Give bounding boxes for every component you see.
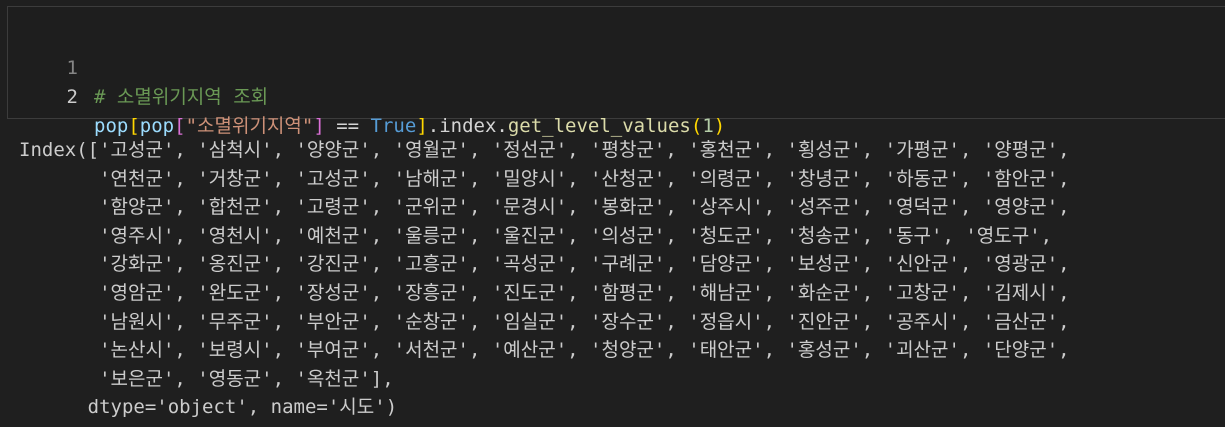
code-bracket: ]	[313, 115, 325, 137]
code-variable: pop	[94, 115, 129, 137]
output-line: '함양군', '합천군', '고령군', '군위군', '문경시', '봉화군'…	[19, 196, 1070, 219]
output-line: '영주시', '영천시', '예천군', '울릉군', '울진군', '의성군'…	[19, 224, 1053, 247]
output-line: '영암군', '완도군', '장성군', '장흥군', '진도군', '함평군'…	[19, 281, 1070, 304]
code-bracket: ]	[416, 115, 428, 137]
code-keyword: True	[370, 115, 417, 137]
code-bracket: [	[174, 115, 186, 137]
code-bracket: )	[713, 115, 726, 137]
code-function: get_level_values	[507, 115, 691, 137]
line-number: 2	[66, 86, 78, 108]
code-line-1: 1 # 소멸위기지역 조회	[8, 25, 269, 108]
output-line: '연천군', '거창군', '고성군', '남해군', '밀양시', '산청군'…	[19, 167, 1070, 190]
output-line: '강화군', '옹진군', '강진군', '고흥군', '곡성군', '구례군'…	[19, 253, 1070, 276]
code-variable: pop	[139, 115, 175, 137]
output-line: '보은군', '영동군', '옥천군'],	[19, 367, 394, 390]
code-text[interactable]: # 소멸위기지역 조회	[94, 83, 268, 112]
code-cell[interactable]: 1 # 소멸위기지역 조회 2 pop[pop["소멸위기지역"] == Tru…	[7, 6, 1225, 137]
output-line: '남원시', '무주군', '부안군', '순창군', '임실군', '장수군'…	[19, 310, 1070, 333]
cell-output: Index(['고성군', '삼척시', '양양군', '영월군', '정선군'…	[19, 136, 1219, 422]
output-line: '논산시', '보령시', '부여군', '서천군', '예산군', '청양군'…	[19, 339, 1070, 362]
code-bracket: [	[128, 115, 140, 137]
output-line: Index(['고성군', '삼척시', '양양군', '영월군', '정선군'…	[19, 139, 1070, 161]
code-string: "소멸위기지역"	[185, 115, 314, 137]
code-line-2: 2 pop[pop["소멸위기지역"] == True].index.get_l…	[8, 54, 726, 137]
output-line: dtype='object', name='시도')	[19, 396, 398, 419]
code-bracket: (	[690, 115, 703, 137]
code-operator: ==	[324, 115, 371, 137]
code-number: 1	[702, 115, 714, 137]
code-comment: # 소멸위기지역 조회	[94, 86, 269, 108]
code-attribute: .index.	[427, 115, 508, 137]
